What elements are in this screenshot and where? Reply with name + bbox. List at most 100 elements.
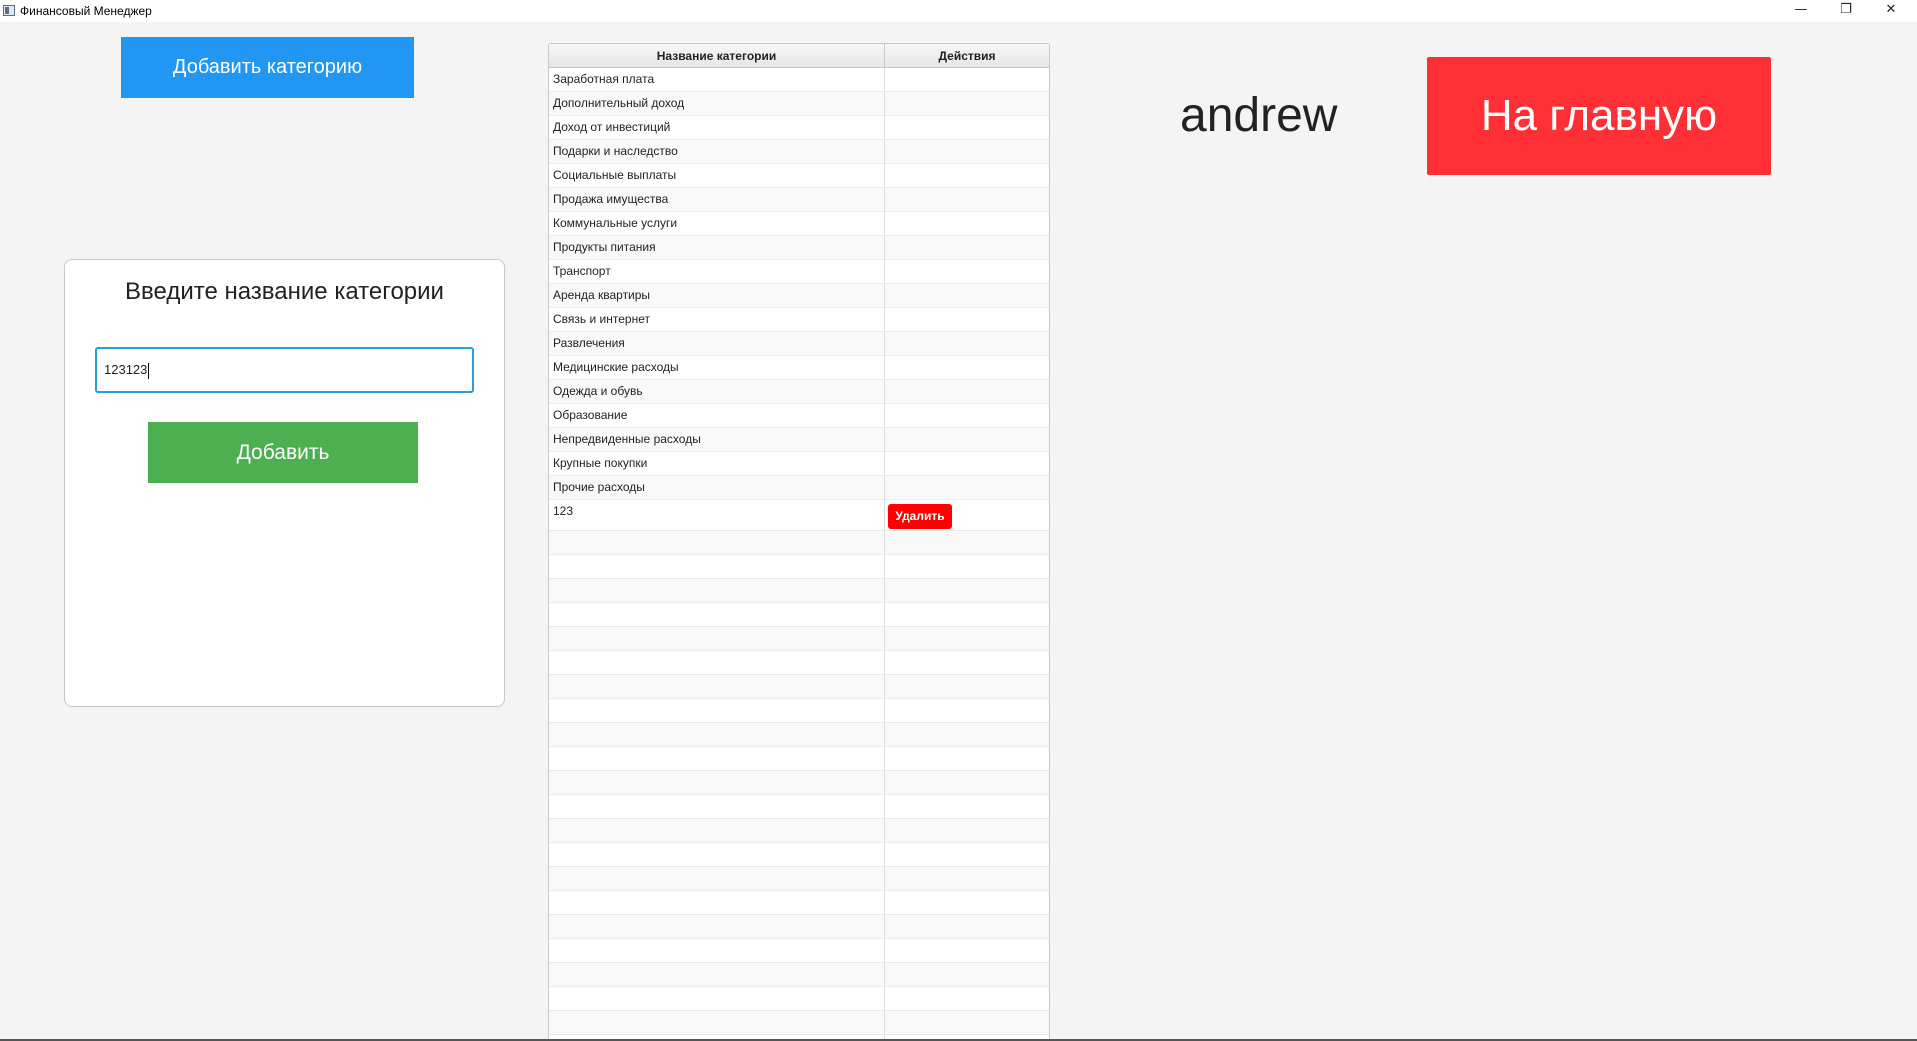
actions-cell [885,236,1049,259]
empty-table-row [549,675,1049,699]
empty-cell [549,939,885,962]
table-row[interactable]: Образование [549,404,1049,428]
empty-cell [549,843,885,866]
table-row[interactable]: Медицинские расходы [549,356,1049,380]
empty-cell [885,939,1049,962]
category-name-cell: Аренда квартиры [549,284,885,307]
empty-cell [549,867,885,890]
actions-cell [885,476,1049,499]
empty-cell [549,627,885,650]
actions-cell [885,188,1049,211]
category-name-cell: Продажа имущества [549,188,885,211]
table-row[interactable]: Связь и интернет [549,308,1049,332]
table-row[interactable]: Коммунальные услуги [549,212,1049,236]
category-name-input[interactable]: 123123 [95,347,474,393]
empty-cell [549,747,885,770]
category-name-cell: Образование [549,404,885,427]
actions-cell [885,116,1049,139]
table-row[interactable]: Одежда и обувь [549,380,1049,404]
table-body: Заработная плата Дополнительный доход Дохо… [549,68,1049,1040]
empty-table-row [549,699,1049,723]
actions-cell [885,308,1049,331]
empty-cell [549,915,885,938]
empty-cell [549,795,885,818]
restore-icon[interactable]: ❐ [1824,0,1868,22]
categories-table: Название категории Действия Заработная п… [548,43,1050,1041]
column-header-name[interactable]: Название категории [549,44,885,67]
empty-cell [549,651,885,674]
table-row[interactable]: Транспорт [549,260,1049,284]
table-row[interactable]: Продажа имущества [549,188,1049,212]
delete-button[interactable]: Удалить [888,504,952,529]
panel-title: Введите название категории [125,278,444,305]
empty-cell [885,1011,1049,1034]
actions-cell [885,212,1049,235]
app-icon [3,5,15,16]
column-header-actions[interactable]: Действия [885,44,1049,67]
empty-table-row [549,963,1049,987]
category-name-cell: Прочие расходы [549,476,885,499]
table-row[interactable]: Аренда квартиры [549,284,1049,308]
username-label: andrew [1180,89,1338,142]
minimize-icon[interactable]: — [1779,0,1823,22]
actions-cell [885,284,1049,307]
home-button[interactable]: На главную [1427,57,1771,175]
empty-cell [549,699,885,722]
actions-cell [885,452,1049,475]
empty-table-row [549,939,1049,963]
close-icon[interactable]: ✕ [1869,0,1913,22]
empty-table-row [549,723,1049,747]
category-name-cell: Коммунальные услуги [549,212,885,235]
category-name-cell: Подарки и наследство [549,140,885,163]
actions-cell [885,260,1049,283]
empty-cell [885,627,1049,650]
empty-cell [549,723,885,746]
actions-cell [885,380,1049,403]
empty-table-row [549,579,1049,603]
empty-table-row [549,771,1049,795]
empty-table-row [549,651,1049,675]
window-title: Финансовый Менеджер [20,4,152,18]
actions-cell [885,428,1049,451]
text-caret [148,362,150,379]
empty-table-row [549,555,1049,579]
actions-cell [885,164,1049,187]
table-row[interactable]: Развлечения [549,332,1049,356]
empty-cell [885,867,1049,890]
actions-cell [885,92,1049,115]
category-name-cell: Медицинские расходы [549,356,885,379]
empty-cell [885,915,1049,938]
add-category-button[interactable]: Добавить категорию [121,37,414,98]
category-name-cell: Крупные покупки [549,452,885,475]
empty-cell [549,531,885,554]
title-bar: Финансовый Менеджер — ❐ ✕ [0,0,1917,22]
table-row[interactable]: Непредвиденные расходы [549,428,1049,452]
empty-table-row [549,867,1049,891]
table-row[interactable]: Продукты питания [549,236,1049,260]
empty-cell [885,723,1049,746]
table-row[interactable]: Прочие расходы [549,476,1049,500]
empty-table-row [549,987,1049,1011]
empty-cell [549,891,885,914]
empty-table-row [549,747,1049,771]
table-row[interactable]: Социальные выплаты [549,164,1049,188]
add-button[interactable]: Добавить [148,422,418,483]
actions-cell [885,140,1049,163]
empty-table-row [549,891,1049,915]
category-name-cell: 123 [549,500,885,530]
empty-cell [885,747,1049,770]
actions-cell [885,332,1049,355]
empty-cell [549,771,885,794]
table-row[interactable]: Доход от инвестиций [549,116,1049,140]
table-header: Название категории Действия [549,44,1049,68]
table-row[interactable]: Заработная плата [549,68,1049,92]
empty-cell [885,891,1049,914]
table-row[interactable]: Крупные покупки [549,452,1049,476]
table-row[interactable]: 123 Удалить [549,500,1049,531]
actions-cell [885,404,1049,427]
actions-cell [885,68,1049,91]
table-row[interactable]: Подарки и наследство [549,140,1049,164]
table-row[interactable]: Дополнительный доход [549,92,1049,116]
empty-table-row [549,843,1049,867]
category-name-cell: Дополнительный доход [549,92,885,115]
